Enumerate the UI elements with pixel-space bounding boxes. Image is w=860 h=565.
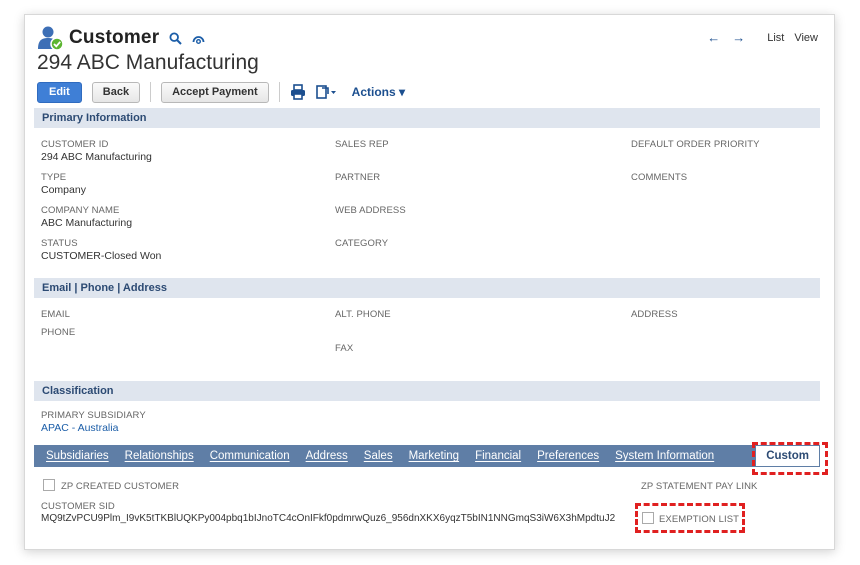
customer-icon [37, 25, 65, 51]
record-header: Customer [37, 25, 205, 51]
customer-record-card: Customer ← → List View 294 ABC Manufactu… [24, 14, 835, 550]
tab-relationships[interactable]: Relationships [117, 445, 202, 467]
tab-communication[interactable]: Communication [202, 445, 298, 467]
tab-sales[interactable]: Sales [356, 445, 401, 467]
company-name-label: COMPANY NAME [41, 205, 120, 216]
section-primary-information[interactable]: Primary Information [34, 108, 820, 128]
partner-label: PARTNER [335, 172, 381, 183]
tab-financial[interactable]: Financial [467, 445, 529, 467]
subtabs-bar: Subsidiaries Relationships Communication… [34, 445, 820, 467]
category-label: CATEGORY [335, 238, 389, 249]
default-order-priority-label: DEFAULT ORDER PRIORITY [631, 139, 760, 150]
accept-payment-button[interactable]: Accept Payment [161, 81, 269, 103]
list-link[interactable]: List [767, 32, 784, 44]
sales-rep-label: SALES REP [335, 139, 389, 150]
status-value: CUSTOMER-Closed Won [41, 250, 162, 262]
tab-marketing[interactable]: Marketing [401, 445, 468, 467]
more-actions-icon[interactable] [315, 81, 338, 103]
custom-tab-highlight [752, 442, 828, 475]
forward-arrow-icon[interactable]: → [732, 30, 745, 45]
back-button[interactable]: Back [91, 81, 141, 103]
back-arrow-icon[interactable]: ← [707, 30, 720, 45]
toolbar-divider [278, 82, 280, 102]
tab-subsidiaries[interactable]: Subsidiaries [34, 445, 117, 467]
record-navigation: ← → List View [707, 30, 818, 45]
record-type-title: Customer [69, 27, 160, 48]
chevron-down-icon: ▾ [399, 85, 406, 99]
type-label: TYPE [41, 172, 67, 183]
customer-id-label: CUSTOMER ID [41, 139, 109, 150]
zp-statement-pay-link-label: ZP STATEMENT PAY LINK [641, 481, 758, 492]
view-link[interactable]: View [794, 32, 818, 44]
tab-preferences[interactable]: Preferences [529, 445, 607, 467]
company-name-value: ABC Manufacturing [41, 217, 133, 229]
tab-system-information[interactable]: System Information [607, 445, 722, 467]
actions-menu[interactable]: Actions ▾ [352, 85, 405, 99]
record-toolbar: Edit Back Accept Payment Actions ▾ [37, 81, 405, 103]
record-name: 294 ABC Manufacturing [37, 51, 259, 74]
comments-label: COMMENTS [631, 172, 688, 183]
customer-id-value: 294 ABC Manufacturing [41, 151, 152, 163]
toolbar-divider [150, 82, 152, 102]
zp-created-customer-label: ZP CREATED CUSTOMER [61, 481, 180, 492]
status-label: STATUS [41, 238, 78, 249]
zp-created-customer-checkbox[interactable] [43, 479, 55, 491]
customer-sid-value: MQ9tZvPCU9Plm_I9vK5tTKBlUQKPy004pbq1bIJn… [41, 513, 616, 524]
phone-label: PHONE [41, 327, 76, 338]
type-value: Company [41, 184, 86, 196]
print-icon[interactable] [290, 81, 306, 103]
alt-phone-label: ALT. PHONE [335, 309, 391, 320]
search-icon[interactable] [169, 31, 183, 45]
edit-button[interactable]: Edit [37, 81, 82, 103]
exemption-list-highlight [635, 503, 745, 533]
section-email-phone-address[interactable]: Email | Phone | Address [34, 278, 820, 298]
fax-label: FAX [335, 343, 354, 354]
section-classification[interactable]: Classification [34, 381, 820, 401]
link-icon[interactable] [192, 33, 205, 44]
customer-sid-label: CUSTOMER SID [41, 501, 115, 512]
web-address-label: WEB ADDRESS [335, 205, 406, 216]
primary-subsidiary-label: PRIMARY SUBSIDIARY [41, 410, 146, 421]
address-label: ADDRESS [631, 309, 678, 320]
primary-subsidiary-link[interactable]: APAC - Australia [41, 422, 118, 434]
email-label: EMAIL [41, 309, 71, 320]
tab-address[interactable]: Address [298, 445, 356, 467]
